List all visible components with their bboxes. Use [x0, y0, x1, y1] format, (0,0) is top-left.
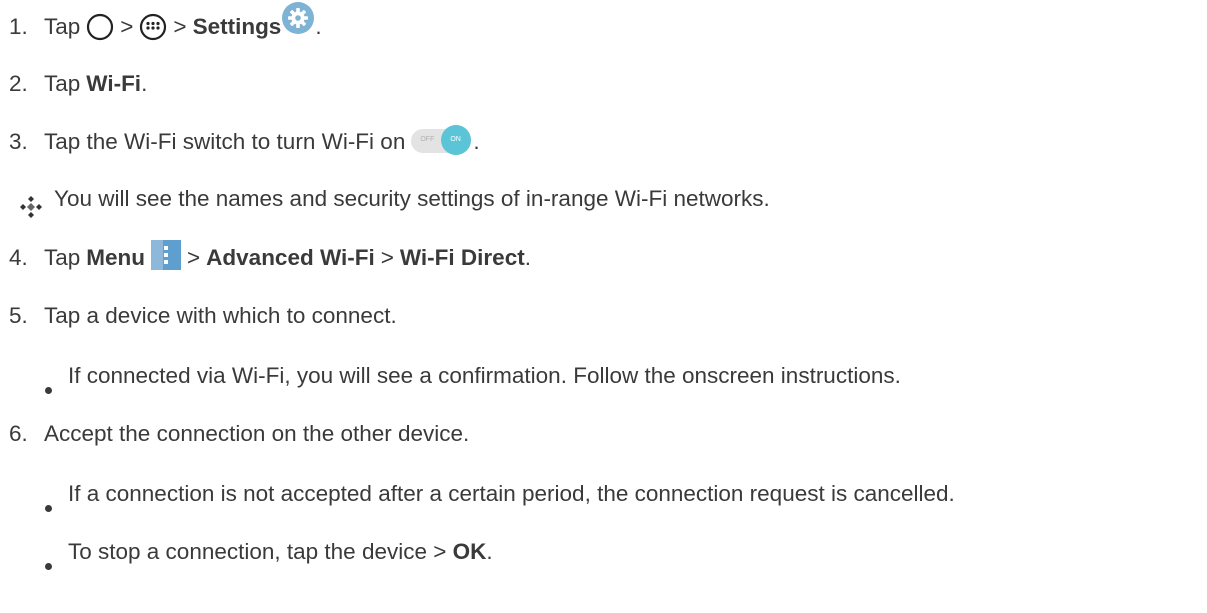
step-text: Tap the Wi-Fi switch to turn Wi-Fi on OF… — [44, 125, 480, 156]
step-number: 2. — [9, 71, 28, 96]
bullet-text: If connected via Wi-Fi, you will see a c… — [68, 363, 901, 388]
note-text: You will see the names and security sett… — [54, 186, 770, 211]
diamond-note-icon — [20, 196, 42, 218]
bullet-text: If a connection is not accepted after a … — [68, 481, 955, 506]
step-text: Tap a device with which to connect. — [44, 303, 397, 328]
menu-dots-icon — [151, 240, 182, 270]
step-text: Accept the connection on the other devic… — [44, 421, 470, 446]
bullet-text: To stop a connection, tap the device > O… — [68, 539, 493, 564]
step-number: 3. — [9, 129, 28, 154]
step-number: 5. — [9, 303, 28, 328]
step-text: Tap > > Settings . — [44, 2, 322, 41]
bullet-dot — [45, 387, 52, 394]
step-text: Tap Wi-Fi. — [44, 71, 148, 96]
step-number: 4. — [9, 245, 28, 270]
wifi-toggle-switch-icon: OFF ON — [411, 125, 473, 155]
bullet-dot — [45, 563, 52, 570]
apps-grid-icon — [140, 13, 167, 41]
bullet-dot — [45, 505, 52, 512]
step-number: 1. — [9, 14, 28, 39]
home-circle-icon — [87, 13, 114, 41]
step-text: Tap Menu > Advanced Wi-Fi > Wi-Fi Direct… — [44, 240, 531, 272]
step-number: 6. — [9, 421, 28, 446]
settings-gear-icon — [282, 2, 315, 34]
